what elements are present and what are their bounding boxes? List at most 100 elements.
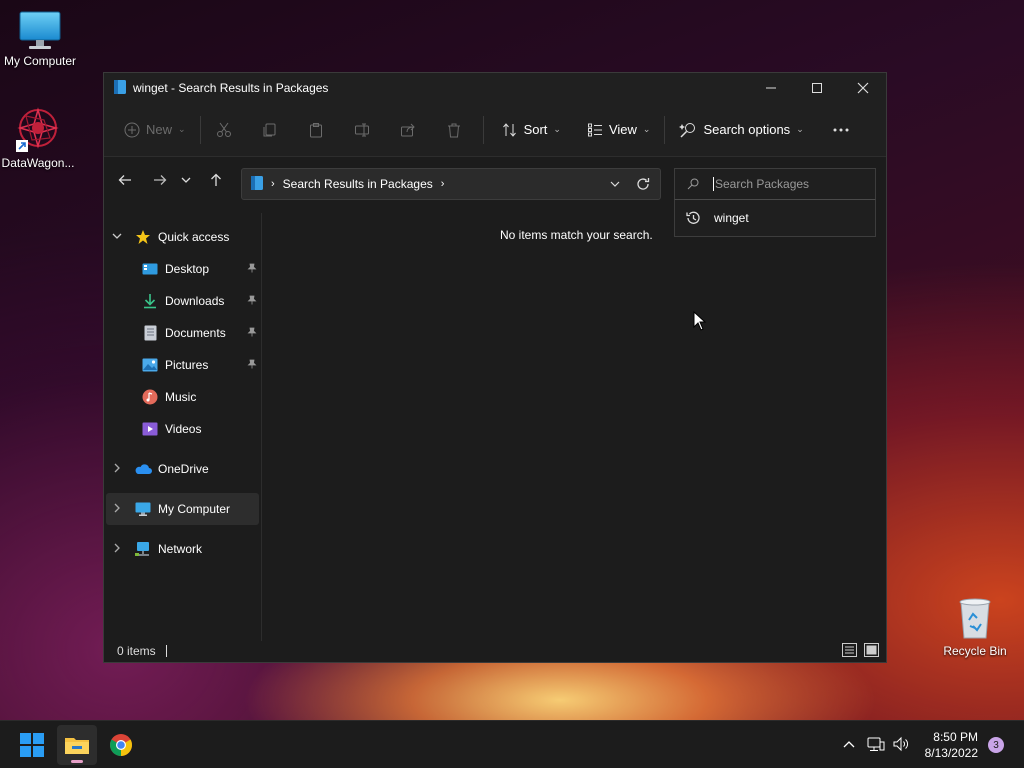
status-bar: 0 items: [104, 639, 886, 662]
chevron-down-icon: ⌄: [178, 124, 186, 134]
details-view-button[interactable]: [842, 643, 857, 660]
close-button[interactable]: [840, 73, 886, 103]
search-suggestion-item[interactable]: winget: [674, 200, 876, 237]
breadcrumb-current[interactable]: Search Results in Packages: [283, 177, 433, 191]
chevron-right-icon[interactable]: [112, 463, 126, 476]
back-button[interactable]: [110, 165, 140, 195]
empty-results-message: No items match your search.: [500, 228, 653, 242]
status-divider: [165, 644, 167, 657]
chevron-right-icon[interactable]: [112, 503, 126, 516]
chevron-down-icon[interactable]: [112, 231, 126, 244]
refresh-button[interactable]: [636, 177, 650, 194]
sidebar-item-pictures[interactable]: Pictures: [104, 349, 261, 381]
system-tray: 8:50 PM 8/13/2022 3: [843, 721, 1024, 768]
close-icon: [857, 82, 869, 94]
show-hidden-icons-button[interactable]: [843, 738, 855, 752]
pin-icon[interactable]: [247, 263, 257, 276]
pin-icon[interactable]: [247, 359, 257, 372]
document-icon: [141, 324, 159, 342]
active-indicator: [71, 760, 83, 763]
address-bar[interactable]: › Search Results in Packages ›: [241, 168, 661, 200]
new-button-label: New: [146, 122, 173, 137]
desktop-icon-datawagon[interactable]: DataWagon...: [0, 106, 78, 170]
sidebar-item-downloads[interactable]: Downloads: [104, 285, 261, 317]
taskbar: 8:50 PM 8/13/2022 3: [0, 720, 1024, 768]
sidebar-item-documents[interactable]: Documents: [104, 317, 261, 349]
copy-button[interactable]: [255, 114, 285, 146]
pin-icon[interactable]: [247, 295, 257, 308]
share-icon: [400, 123, 415, 136]
chevron-down-icon: [610, 181, 620, 187]
sidebar-item-label: Downloads: [165, 294, 225, 308]
search-suggestion-label: winget: [714, 211, 749, 225]
search-options-button[interactable]: Search options ⌄: [671, 114, 811, 146]
sidebar-item-desktop[interactable]: Desktop: [104, 253, 261, 285]
sidebar-item-music[interactable]: Music: [104, 381, 261, 413]
arrow-left-icon: [118, 175, 131, 185]
mouse-cursor-icon: [693, 311, 707, 331]
network-status-button[interactable]: [867, 736, 885, 755]
rename-button[interactable]: [347, 114, 377, 146]
desktop-icon-my-computer[interactable]: My Computer: [0, 10, 80, 68]
sidebar-item-label: Desktop: [165, 262, 210, 276]
sidebar-item-label: Documents: [165, 326, 226, 340]
file-list-area[interactable]: No items match your search.: [263, 213, 888, 641]
trash-icon: [447, 123, 460, 137]
sidebar-item-my-computer[interactable]: My Computer: [106, 493, 259, 525]
search-results-icon: [251, 175, 263, 194]
sidebar-item-videos[interactable]: Videos: [104, 413, 261, 445]
sort-button[interactable]: Sort ⌄: [494, 114, 569, 146]
recycle-bin-icon: [959, 598, 991, 639]
more-icon: [833, 128, 849, 131]
title-bar[interactable]: winget - Search Results in Packages: [104, 73, 886, 103]
volume-button[interactable]: [893, 736, 911, 755]
maximize-button[interactable]: [794, 73, 840, 103]
sidebar-item-onedrive[interactable]: OneDrive: [104, 453, 261, 485]
chevron-right-icon[interactable]: ›: [441, 178, 445, 190]
chevron-right-icon: ›: [271, 178, 275, 190]
navigation-row: › Search Results in Packages › Search Pa…: [104, 157, 886, 237]
desktop-icon-label: My Computer: [3, 54, 77, 68]
taskbar-clock[interactable]: 8:50 PM 8/13/2022: [925, 729, 978, 761]
pictures-icon: [141, 356, 159, 374]
start-button[interactable]: [12, 725, 52, 765]
taskbar-file-explorer[interactable]: [57, 725, 97, 765]
minimize-button[interactable]: [748, 73, 794, 103]
search-options-icon: [679, 122, 696, 138]
pin-icon[interactable]: [247, 327, 257, 340]
tiles-view-button[interactable]: [864, 643, 879, 660]
more-options-button[interactable]: [824, 114, 858, 146]
desktop-icon-recycle-bin[interactable]: Recycle Bin: [935, 596, 1015, 658]
desktop-icon-label: DataWagon...: [1, 156, 75, 170]
chevron-right-icon[interactable]: [112, 543, 126, 556]
chevron-up-icon: [843, 741, 855, 748]
chevron-down-icon: ⌄: [642, 124, 651, 134]
cut-button[interactable]: [209, 114, 239, 146]
view-button[interactable]: View ⌄: [579, 114, 659, 146]
chevron-down-icon: [181, 177, 191, 183]
window-title: winget - Search Results in Packages: [133, 81, 329, 95]
address-dropdown-button[interactable]: [610, 178, 620, 192]
rename-icon: [354, 123, 369, 136]
taskbar-chrome[interactable]: [101, 725, 141, 765]
sidebar-item-label: Pictures: [165, 358, 209, 372]
share-button[interactable]: [393, 114, 423, 146]
delete-button[interactable]: [439, 114, 469, 146]
onedrive-icon: [134, 460, 152, 478]
search-input[interactable]: Search Packages: [674, 168, 876, 200]
recent-locations-button[interactable]: [175, 165, 197, 195]
star-icon: [134, 228, 152, 246]
arrow-right-icon: [154, 175, 167, 185]
paste-button[interactable]: [301, 114, 331, 146]
folder-search-icon: [113, 79, 127, 98]
sidebar-item-quick-access[interactable]: Quick access: [104, 221, 261, 253]
sidebar-item-network[interactable]: Network: [104, 533, 261, 565]
new-button[interactable]: New ⌄: [116, 114, 194, 146]
forward-button[interactable]: [145, 165, 175, 195]
network-icon: [867, 737, 885, 751]
up-button[interactable]: [201, 165, 231, 195]
copy-icon: [263, 123, 276, 136]
clock-date: 8/13/2022: [924, 746, 978, 760]
view-button-label: View: [608, 122, 637, 137]
notification-badge[interactable]: 3: [988, 737, 1004, 753]
